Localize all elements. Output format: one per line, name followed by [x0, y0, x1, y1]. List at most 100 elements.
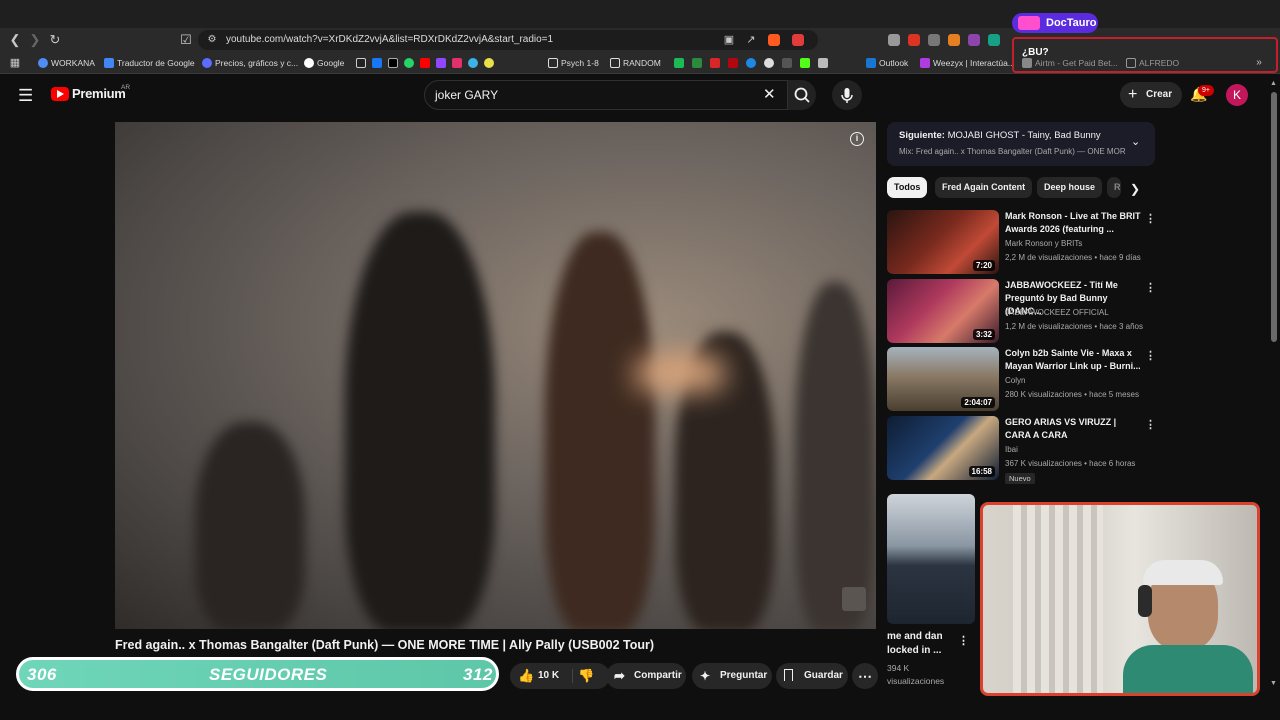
- list-item[interactable]: 7:20 Mark Ronson - Live at The BRIT Awar…: [887, 210, 1156, 274]
- extension-icon[interactable]: [818, 58, 828, 68]
- bookmark-item[interactable]: WORKANA: [38, 56, 95, 70]
- twitch-icon[interactable]: [436, 58, 446, 68]
- channel-watermark[interactable]: [842, 587, 866, 611]
- scrollbar-thumb[interactable]: [1271, 92, 1277, 342]
- video-title[interactable]: GERO ARIAS VS VIRUZZ | CARA A CARA: [1005, 416, 1141, 442]
- bookmark-item[interactable]: Outlook: [866, 56, 908, 70]
- folder-icon: [610, 58, 620, 68]
- bookmark-icon[interactable]: ☑: [177, 31, 195, 49]
- up-next-panel[interactable]: Siguiente: MOJABI GHOST - Tainy, Bad Bun…: [887, 122, 1155, 166]
- scroll-down-icon[interactable]: ▼: [1270, 680, 1277, 687]
- extension-icon[interactable]: [692, 58, 702, 68]
- facebook-icon[interactable]: [372, 58, 382, 68]
- more-vert-icon[interactable]: ⋮: [1145, 349, 1156, 362]
- channel-name[interactable]: Colyn: [1005, 376, 1025, 385]
- avatar[interactable]: K: [1226, 84, 1248, 106]
- tiktok-icon[interactable]: [356, 58, 366, 68]
- video-player[interactable]: i: [115, 122, 876, 629]
- more-actions-button[interactable]: ⋯: [852, 663, 878, 689]
- dislike-icon[interactable]: 👎: [578, 663, 594, 689]
- extension-icon[interactable]: [484, 58, 494, 68]
- list-item[interactable]: 2:04:07 Colyn b2b Sainte Vie - Maxa x Ma…: [887, 347, 1156, 411]
- extension-icon[interactable]: [888, 34, 900, 46]
- extension-icon[interactable]: [928, 34, 940, 46]
- search-input[interactable]: joker GARY: [424, 80, 788, 110]
- video-title[interactable]: me and dan locked in ...: [887, 630, 957, 658]
- chip-deep-house[interactable]: Deep house: [1037, 177, 1103, 198]
- extension-icon[interactable]: [468, 58, 478, 68]
- apps-icon[interactable]: ▦: [6, 54, 24, 72]
- video-title[interactable]: Mark Ronson - Live at The BRIT Awards 20…: [1005, 210, 1141, 236]
- youtube-icon[interactable]: [420, 58, 430, 68]
- spotify-icon[interactable]: [674, 58, 684, 68]
- bookmark-item[interactable]: Traductor de Google: [104, 56, 195, 70]
- back-icon[interactable]: ❮: [6, 31, 24, 49]
- more-vert-icon[interactable]: ⋮: [1145, 212, 1156, 225]
- bookmark-icons-group[interactable]: [356, 56, 494, 70]
- video-thumbnail[interactable]: [887, 494, 975, 624]
- more-vert-icon[interactable]: ⋮: [1145, 281, 1156, 294]
- like-icon[interactable]: 👍: [518, 663, 534, 689]
- bookmark-folder[interactable]: RANDOM: [610, 56, 661, 70]
- channel-name[interactable]: Mark Ronson y BRITs: [1005, 239, 1082, 248]
- webcam-curtain: [1013, 505, 1103, 693]
- create-button[interactable]: + Crear: [1120, 82, 1182, 108]
- forward-icon[interactable]: ❯: [26, 31, 44, 49]
- instagram-icon[interactable]: [452, 58, 462, 68]
- extension-icon[interactable]: [710, 58, 720, 68]
- chip-partial[interactable]: R: [1107, 177, 1121, 198]
- plus-icon: +: [1128, 86, 1138, 103]
- ask-button[interactable]: ✦ Preguntar: [692, 663, 772, 689]
- like-count[interactable]: 10 K: [538, 663, 559, 689]
- extension-icon[interactable]: [968, 34, 980, 46]
- save-button[interactable]: Guardar: [776, 663, 848, 689]
- scroll-up-icon[interactable]: ▲: [1270, 80, 1277, 87]
- list-item[interactable]: 3:32 JABBAWOCKEEZ - Tití Me Preguntó by …: [887, 279, 1156, 343]
- chevron-right-icon[interactable]: ❯: [1130, 182, 1140, 196]
- bookmark-icons-group[interactable]: [674, 56, 828, 70]
- extension-icon[interactable]: [948, 34, 960, 46]
- video-thumbnail[interactable]: 16:58: [887, 416, 999, 480]
- chevron-down-icon[interactable]: ⌄: [1131, 135, 1140, 148]
- reload-icon[interactable]: ↻: [46, 31, 64, 49]
- bookmark-item[interactable]: Precios, gráficos y c...: [202, 56, 298, 70]
- channel-name[interactable]: Ibai: [1005, 445, 1018, 454]
- site-settings-icon[interactable]: ⚙: [203, 31, 221, 49]
- chip-todos[interactable]: Todos: [887, 177, 928, 198]
- voice-search-button[interactable]: [832, 80, 862, 110]
- brave-shield-icon[interactable]: [768, 34, 780, 46]
- channel-name[interactable]: JABBAWOCKEEZ OFFICIAL: [1005, 308, 1109, 317]
- search-button[interactable]: [788, 80, 816, 110]
- whatsapp-icon[interactable]: [404, 58, 414, 68]
- extension-icon[interactable]: [764, 58, 774, 68]
- brave-rewards-icon[interactable]: [792, 34, 804, 46]
- extension-icon[interactable]: [782, 58, 792, 68]
- video-thumbnail[interactable]: 7:20: [887, 210, 999, 274]
- more-vert-icon[interactable]: ⋮: [958, 634, 969, 647]
- bookmark-folder[interactable]: Psych 1-8: [548, 56, 599, 70]
- x-icon[interactable]: [388, 58, 398, 68]
- bookmark-item[interactable]: Google: [304, 56, 344, 70]
- menu-icon[interactable]: ☰: [18, 86, 33, 106]
- list-item[interactable]: 16:58 GERO ARIAS VS VIRUZZ | CARA A CARA…: [887, 416, 1156, 484]
- video-thumbnail[interactable]: 3:32: [887, 279, 999, 343]
- more-vert-icon[interactable]: ⋮: [1145, 418, 1156, 431]
- extension-icon[interactable]: [908, 34, 920, 46]
- bookmark-item[interactable]: Weezyx | Interactúa...: [920, 56, 1015, 70]
- video-title[interactable]: Colyn b2b Sainte Vie - Maxa x Mayan Warr…: [1005, 347, 1141, 373]
- youtube-logo-icon[interactable]: [51, 87, 69, 101]
- youtube-premium-logo[interactable]: Premium: [72, 86, 126, 101]
- install-icon[interactable]: ▣: [720, 31, 738, 49]
- video-thumbnail[interactable]: 2:04:07: [887, 347, 999, 411]
- share-button[interactable]: ➦ Compartir: [606, 663, 686, 689]
- page-scrollbar[interactable]: ▲ ▼: [1270, 80, 1278, 690]
- video-frame-hand: [545, 232, 655, 629]
- extension-icon[interactable]: [988, 34, 1000, 46]
- extension-icon[interactable]: [746, 58, 756, 68]
- clear-search-icon[interactable]: ✕: [763, 85, 776, 103]
- info-icon[interactable]: i: [850, 132, 864, 146]
- chip-fred-again[interactable]: Fred Again Content: [935, 177, 1033, 198]
- share-icon[interactable]: ↗: [742, 31, 760, 49]
- kick-icon[interactable]: [800, 58, 810, 68]
- netflix-icon[interactable]: [728, 58, 738, 68]
